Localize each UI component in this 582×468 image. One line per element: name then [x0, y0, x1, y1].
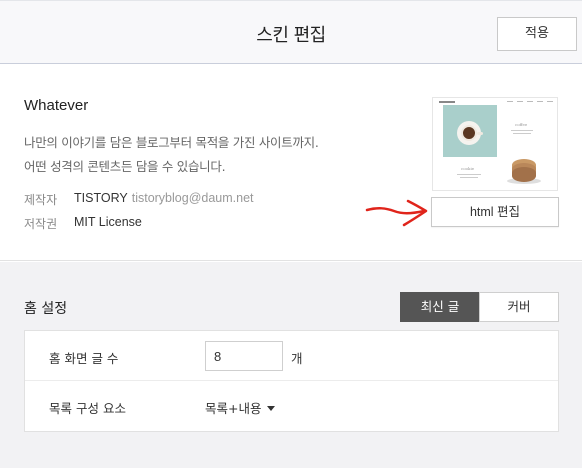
home-settings-section: 홈 설정 최신 글 커버 홈 화면 글 수 개 목록 구성 요소 목록+내용: [0, 262, 582, 468]
license-value: MIT License: [74, 215, 142, 229]
editor-header: 스킨 편집 적용: [0, 0, 582, 64]
list-component-value: 목록+내용: [205, 401, 262, 416]
maker-email: tistoryblog@daum.net: [131, 191, 254, 205]
thumbnail-cookie-text-tile: cookie: [443, 157, 497, 190]
red-arrow-annotation: [365, 199, 428, 227]
thumbnail-text-line: [457, 174, 481, 175]
tab-latest-posts[interactable]: 최신 글: [400, 292, 480, 322]
coffee-cup-icon: [461, 125, 477, 141]
thumbnail-nav-item: [537, 101, 543, 102]
thumbnail-logo: [439, 101, 455, 103]
cookie-stack-icon: [512, 167, 536, 182]
cup-handle-shape: [477, 132, 483, 135]
apply-button[interactable]: 적용: [497, 17, 577, 51]
skin-description-line-1: 나만의 이야기를 담은 블로그부터 목적을 가진 사이트까지.: [24, 135, 319, 150]
thumbnail-coffee-text: coffee: [515, 122, 528, 127]
page-title: 스킨 편집: [256, 25, 326, 46]
skin-info-panel: Whatever 나만의 이야기를 담은 블로그부터 목적을 가진 사이트까지.…: [0, 65, 582, 261]
tab-cover[interactable]: 커버: [479, 292, 559, 322]
settings-box: 홈 화면 글 수 개 목록 구성 요소 목록+내용: [24, 330, 559, 432]
thumbnail-coffee-image: [443, 105, 497, 157]
list-component-row: 목록 구성 요소 목록+내용: [25, 381, 558, 431]
html-edit-button[interactable]: html 편집: [431, 197, 559, 227]
license-label: 저작권: [24, 217, 58, 231]
skin-description: 나만의 이야기를 담은 블로그부터 목적을 가진 사이트까지. 어떤 성격의 콘…: [24, 131, 319, 179]
thumbnail-nav-item: [507, 101, 513, 102]
maker-label: 제작자: [24, 193, 58, 207]
list-component-select[interactable]: 목록+내용: [205, 398, 276, 417]
skin-thumbnail: coffee cookie: [432, 97, 558, 191]
thumbnail-text-line: [460, 177, 478, 178]
maker-row: 제작자 TISTORY tistoryblog@daum.net: [24, 191, 254, 208]
maker-name: TISTORY: [74, 191, 128, 205]
thumbnail-text-line: [513, 133, 531, 134]
license-row: 저작권 MIT License: [24, 215, 142, 232]
skin-name: Whatever: [24, 97, 89, 114]
thumbnail-nav-item: [547, 101, 553, 102]
thumbnail-text-line: [511, 130, 533, 131]
thumbnail-cookie-text: cookie: [461, 166, 475, 171]
thumbnail-nav-item: [517, 101, 523, 102]
post-count-input[interactable]: [205, 341, 283, 371]
post-count-unit: 개: [291, 351, 303, 366]
caret-down-icon: [267, 406, 276, 411]
list-component-label: 목록 구성 요소: [49, 401, 126, 416]
post-count-label: 홈 화면 글 수: [49, 351, 119, 366]
home-settings-title: 홈 설정: [24, 301, 68, 317]
thumbnail-coffee-text-tile: coffee: [497, 105, 549, 157]
post-count-row: 홈 화면 글 수 개: [25, 331, 558, 381]
skin-description-line-2: 어떤 성격의 콘텐츠든 담을 수 있습니다.: [24, 159, 226, 174]
thumbnail-nav-item: [527, 101, 533, 102]
